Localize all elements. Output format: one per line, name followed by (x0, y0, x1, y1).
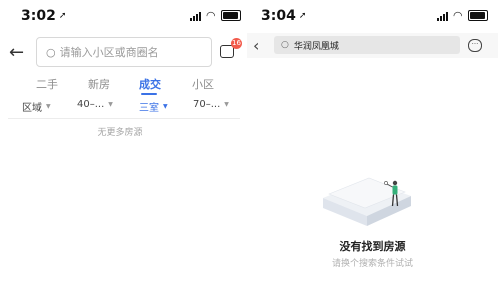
filter-bar: 区域 ▼ 40–... ▼ 三室 ▼ 70–... ▼ (0, 99, 240, 115)
empty-state-illustration-icon (323, 177, 411, 226)
location-arrow-icon: ➚ (58, 11, 67, 21)
search-icon: ○ (46, 45, 56, 59)
tab-second-hand[interactable]: 二手 (36, 76, 58, 92)
search-input[interactable]: ○ 华润凤凰城 (274, 36, 460, 54)
filter-district[interactable]: 区域 ▼ (22, 99, 51, 114)
back-chevron-icon[interactable]: ‹ (253, 36, 259, 55)
left-screen: 3:02 ➚ ◠ ← ○ 请输入小区或商圈名 16 二手 新房 成交 小区 区域 ▼… (0, 0, 242, 306)
search-query: 华润凤凰城 (293, 41, 339, 52)
caret-down-icon: ▼ (46, 103, 51, 110)
empty-state-title: 没有找到房源 (339, 240, 406, 253)
category-tabs: 二手 新房 成交 小区 (0, 76, 240, 96)
right-screen: 3:04 ➚ ◠ ‹ ○ 华润凤凰城 ··· 没有找到房源 请换个搜索条件试试 (247, 0, 498, 306)
tab-community[interactable]: 小区 (192, 76, 214, 92)
wifi-icon: ◠ (453, 8, 463, 22)
system-icons: ◠ (437, 10, 488, 21)
battery-icon (220, 10, 241, 21)
wifi-icon: ◠ (206, 8, 216, 22)
signal-icon (437, 11, 448, 21)
divider (8, 118, 240, 119)
message-button[interactable]: 16 (220, 38, 242, 58)
signal-icon (190, 11, 201, 21)
caret-down-icon: ▼ (163, 103, 168, 110)
filter-price[interactable]: 40–... ▼ (77, 99, 113, 110)
caret-down-icon: ▼ (108, 101, 113, 108)
back-arrow-icon[interactable]: ← (9, 42, 24, 63)
search-placeholder: 请输入小区或商圈名 (59, 46, 159, 59)
status-bar: 3:02 ➚ ◠ (0, 8, 241, 30)
status-bar: 3:04 ➚ ◠ (247, 8, 498, 30)
status-time: 3:04 ➚ (261, 8, 307, 24)
battery-icon (467, 10, 488, 21)
empty-state-subtitle: 请换个搜索条件试试 (331, 259, 413, 269)
tab-new-house[interactable]: 新房 (88, 76, 110, 92)
system-icons: ◠ (190, 10, 241, 21)
tab-sold[interactable]: 成交 (139, 76, 161, 92)
active-tab-indicator (141, 93, 157, 95)
filter-area[interactable]: 70–... ▼ (193, 99, 229, 110)
message-badge: 16 (231, 38, 242, 49)
search-icon: ○ (281, 40, 289, 50)
more-chat-icon[interactable]: ··· (468, 39, 482, 52)
caret-down-icon: ▼ (224, 101, 229, 108)
location-arrow-icon: ➚ (298, 11, 307, 21)
no-more-listings-text: 无更多房源 (97, 128, 143, 138)
search-header: ‹ ○ 华润凤凰城 ··· (247, 33, 498, 58)
status-time: 3:02 ➚ (21, 8, 67, 24)
filter-rooms[interactable]: 三室 ▼ (139, 99, 168, 114)
search-input[interactable]: ○ 请输入小区或商圈名 (36, 37, 212, 67)
